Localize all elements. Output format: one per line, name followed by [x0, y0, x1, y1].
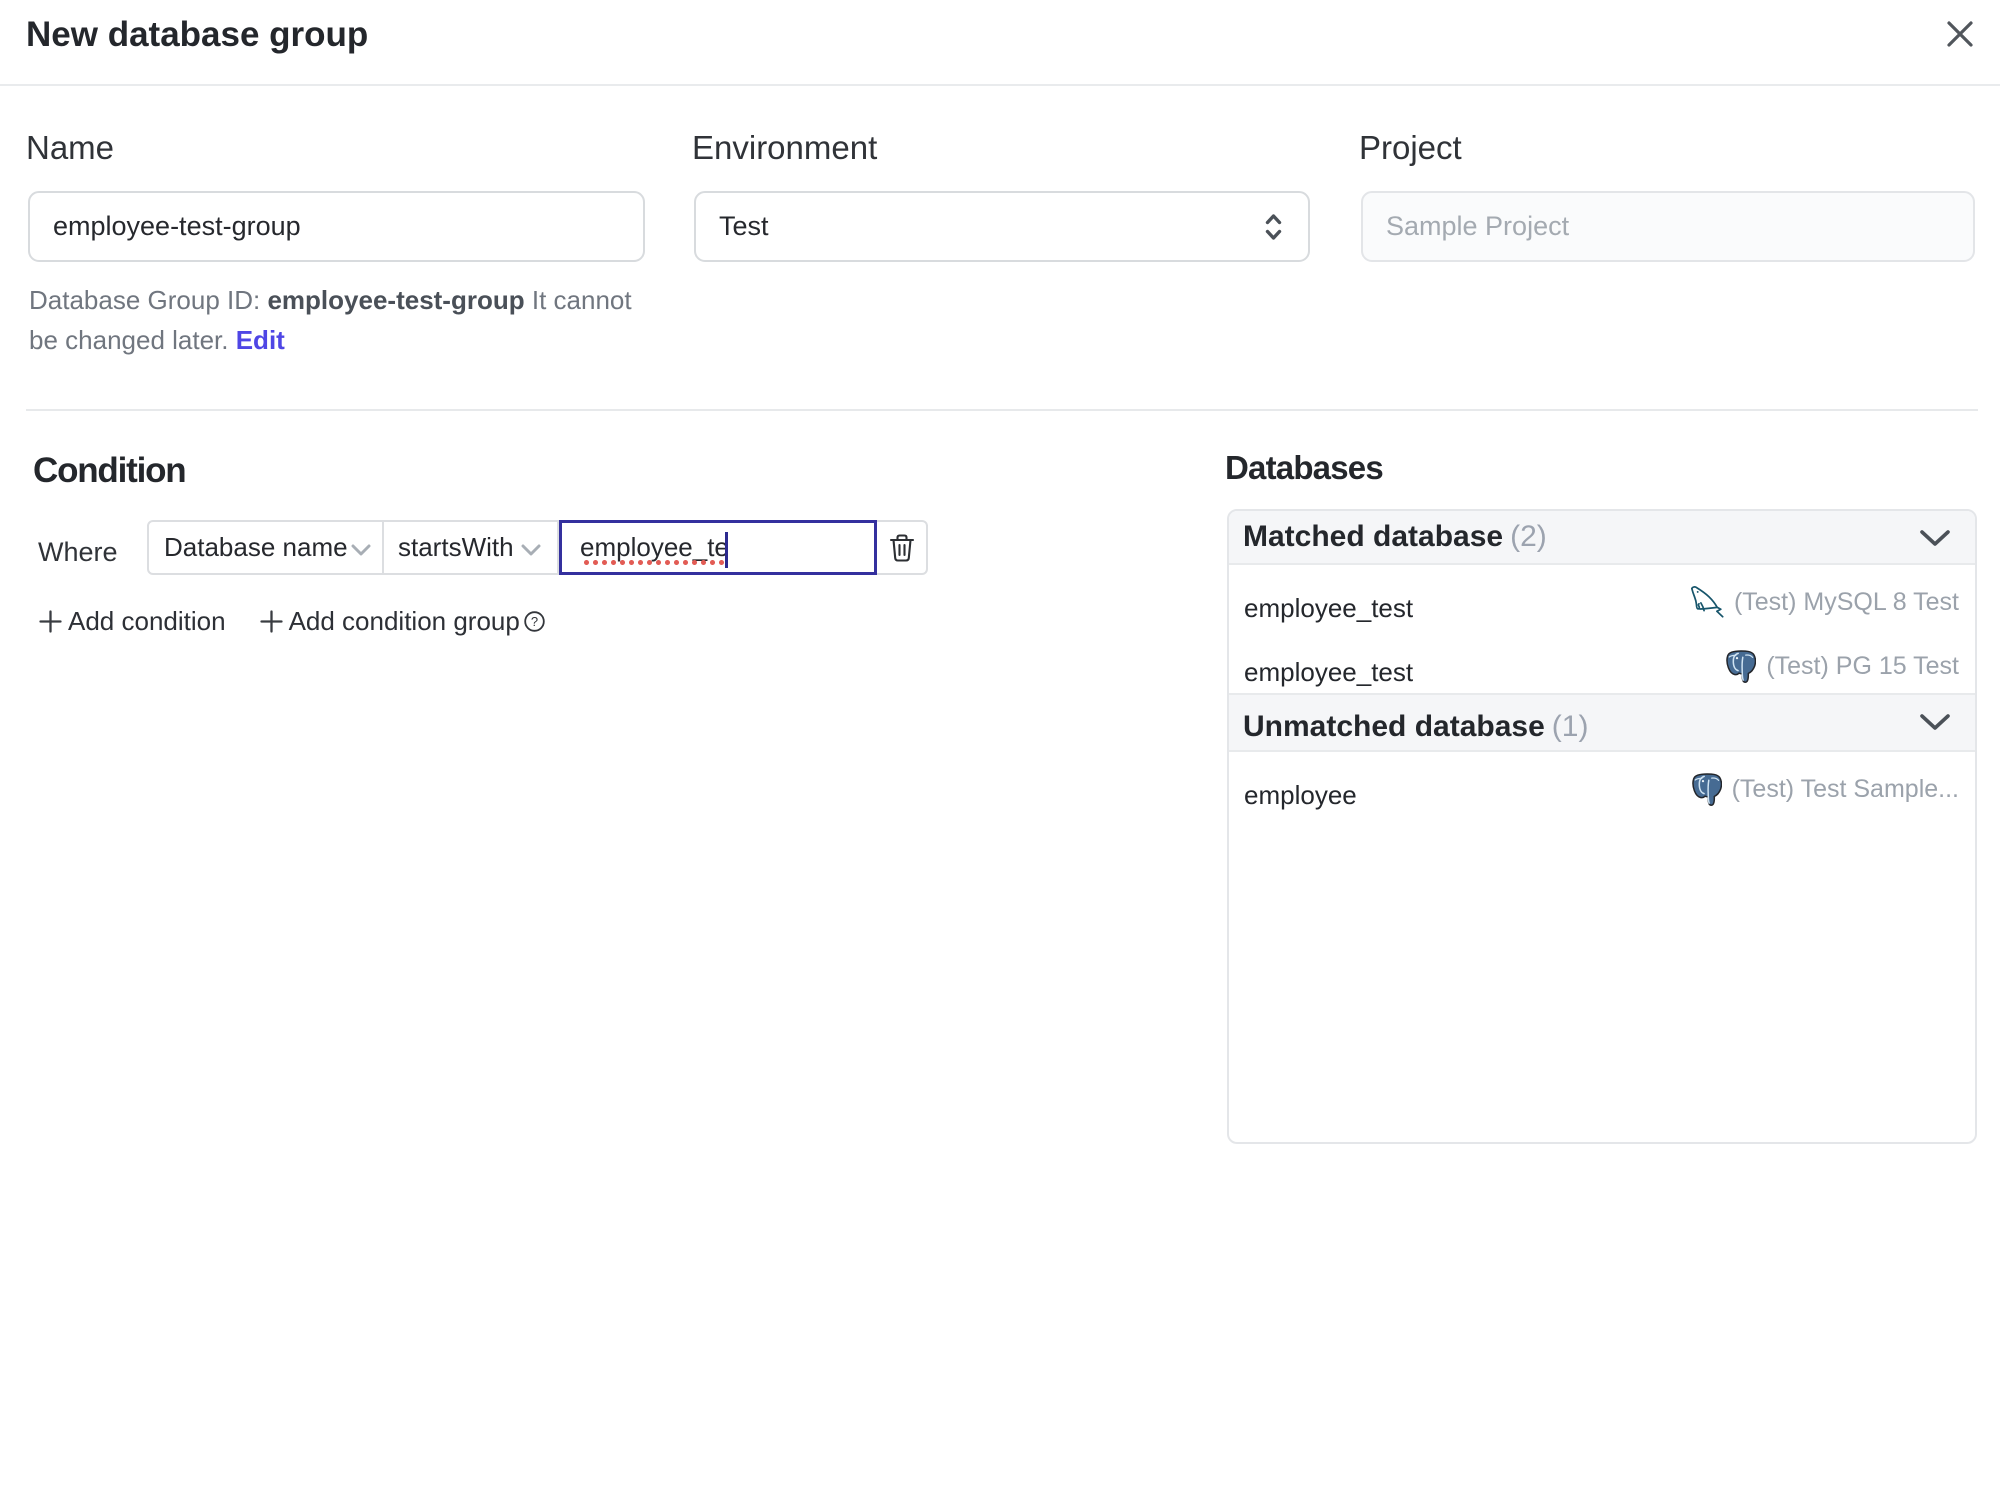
svg-text:?: ? — [531, 614, 538, 629]
